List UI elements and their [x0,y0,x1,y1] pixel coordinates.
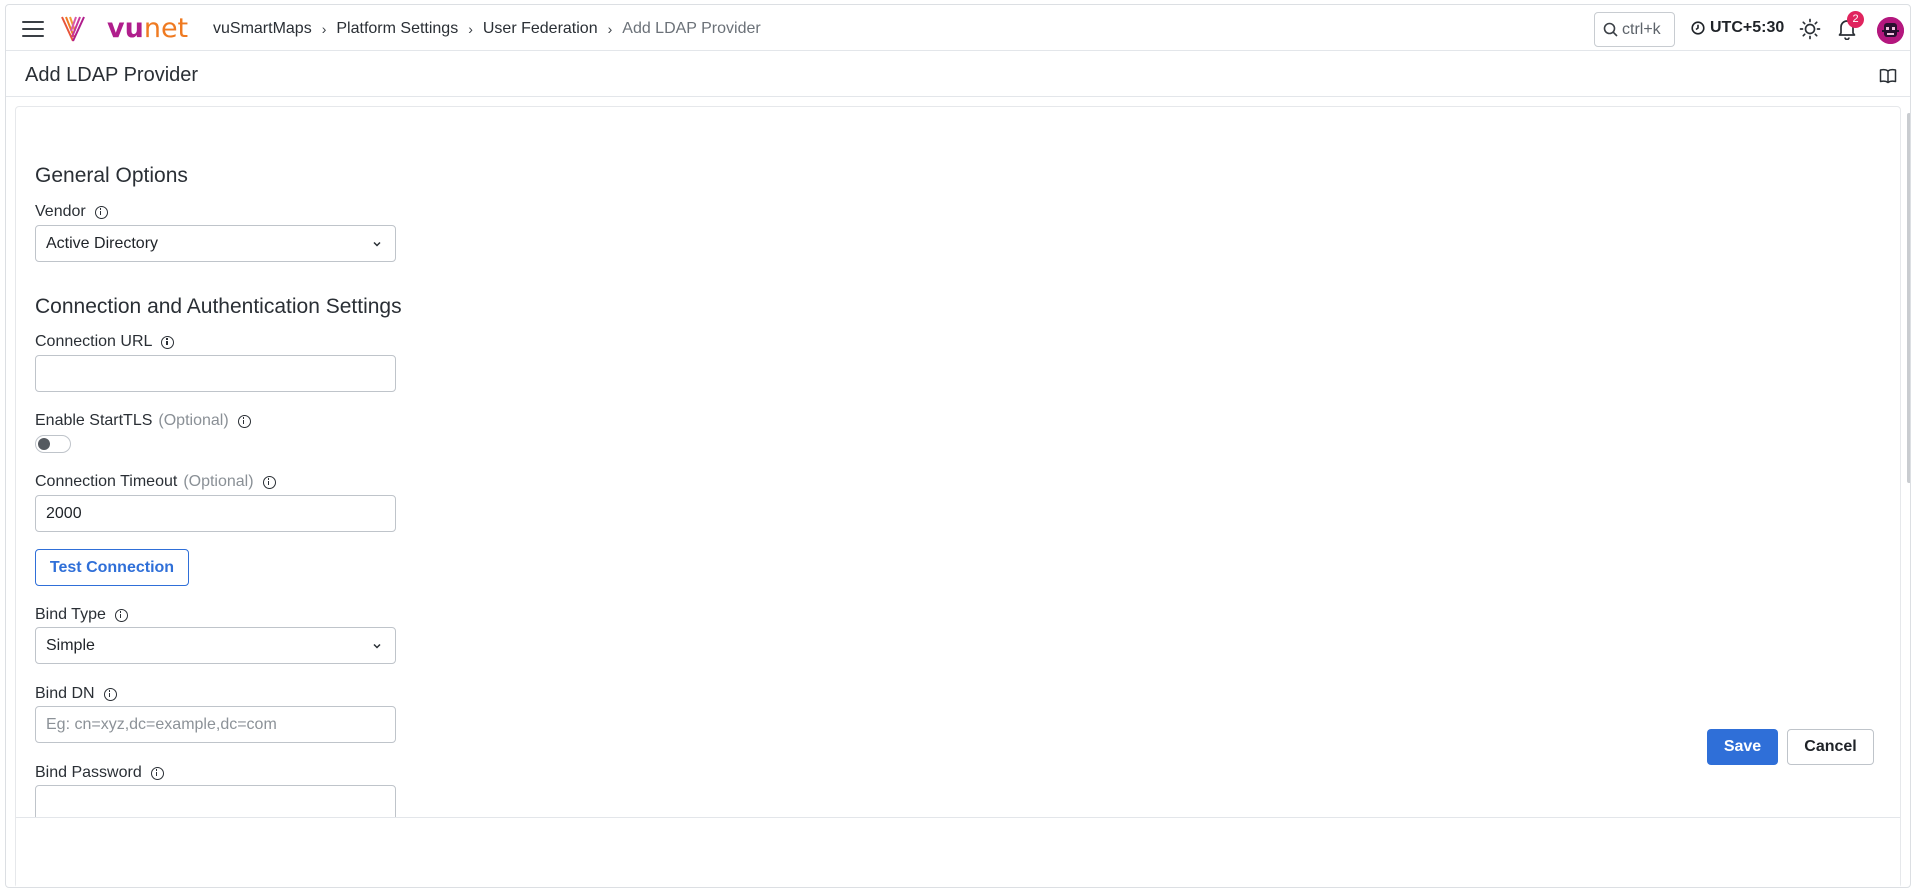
info-icon[interactable] [161,335,175,349]
optional-text: (Optional) [158,412,229,429]
clock-icon [1691,21,1705,35]
toggle-knob [38,438,50,450]
search-icon [1603,22,1618,37]
vendor-value: Active Directory [46,234,159,252]
bind-password-label: Bind Password [35,764,164,782]
notification-badge: 2 [1847,11,1864,28]
bind-password-label-text: Bind Password [35,764,142,781]
top-bar: vunet vuSmartMaps › Platform Settings › … [6,5,1910,51]
breadcrumb-current: Add LDAP Provider [622,20,761,37]
info-icon[interactable] [262,475,276,489]
timezone-selector[interactable]: UTC+5:30 [1691,19,1784,37]
breadcrumb-platform-settings[interactable]: Platform Settings [336,20,458,38]
bind-password-input[interactable] [35,785,396,817]
page-scrollbar[interactable] [1907,113,1910,483]
vendor-label: Vendor [35,203,108,221]
chevron-right-icon: › [321,21,327,37]
info-icon[interactable] [94,205,108,219]
info-icon[interactable] [103,687,117,701]
global-search-button[interactable]: ctrl+k [1594,12,1675,47]
menu-icon[interactable] [22,21,44,37]
user-avatar-icon [1877,17,1904,44]
breadcrumb-vusmartmaps[interactable]: vuSmartMaps [213,20,312,38]
bind-dn-label: Bind DN [35,685,117,703]
vunet-logo-mark-icon [61,16,85,42]
info-icon[interactable] [237,414,251,428]
save-button[interactable]: Save [1707,729,1778,765]
timeout-label-text: Connection Timeout [35,473,178,490]
general-options-title: General Options [35,164,188,187]
info-icon[interactable] [150,766,164,780]
bind-dn-input[interactable]: Eg: cn=xyz,dc=example,dc=com [35,706,396,743]
book-icon[interactable] [1879,68,1897,84]
bind-type-label: Bind Type [35,606,128,624]
logo-text-net: net [143,13,189,44]
form-scroll-area: General Options Vendor Active Directory … [16,107,1900,817]
vunet-logo: vunet [107,13,188,44]
cancel-button[interactable]: Cancel [1787,729,1874,765]
timeout-value: 2000 [46,504,82,522]
connection-url-label-text: Connection URL [35,333,153,350]
app-window: vunet vuSmartMaps › Platform Settings › … [5,4,1911,888]
search-shortcut: ctrl+k [1622,20,1661,38]
connection-settings-title: Connection and Authentication Settings [35,295,402,318]
page-header: Add LDAP Provider [6,52,1910,97]
page-title: Add LDAP Provider [25,64,199,86]
chevron-down-icon [373,643,381,649]
connection-timeout-input[interactable]: 2000 [35,495,396,532]
optional-text: (Optional) [183,473,254,490]
timezone-label: UTC+5:30 [1710,19,1785,36]
chevron-right-icon: › [607,21,613,37]
form-panel: General Options Vendor Active Directory … [15,106,1901,887]
connection-timeout-label: Connection Timeout (Optional) [35,473,276,491]
bind-dn-label-text: Bind DN [35,685,95,702]
breadcrumb: vuSmartMaps › Platform Settings › User F… [213,20,761,38]
sun-icon[interactable] [1799,18,1821,40]
bind-type-value: Simple [46,636,95,654]
connection-url-input[interactable] [35,355,396,392]
bind-type-label-text: Bind Type [35,606,106,623]
vendor-select[interactable]: Active Directory [35,225,396,262]
chevron-right-icon: › [468,21,473,37]
starttls-label-text: Enable StartTLS [35,412,153,429]
connection-url-label: Connection URL [35,333,175,351]
form-footer [16,817,1900,887]
test-connection-button[interactable]: Test Connection [35,549,189,586]
bind-dn-placeholder: Eg: cn=xyz,dc=example,dc=com [46,715,277,733]
info-icon[interactable] [114,608,128,622]
vendor-label-text: Vendor [35,203,86,220]
breadcrumb-user-federation[interactable]: User Federation [483,20,598,38]
logo-text-vu: vu [107,13,144,44]
starttls-toggle[interactable] [35,435,71,453]
starttls-label: Enable StartTLS (Optional) [35,412,251,430]
bind-type-select[interactable]: Simple [35,627,396,664]
chevron-down-icon [373,241,381,247]
avatar[interactable] [1877,17,1904,44]
